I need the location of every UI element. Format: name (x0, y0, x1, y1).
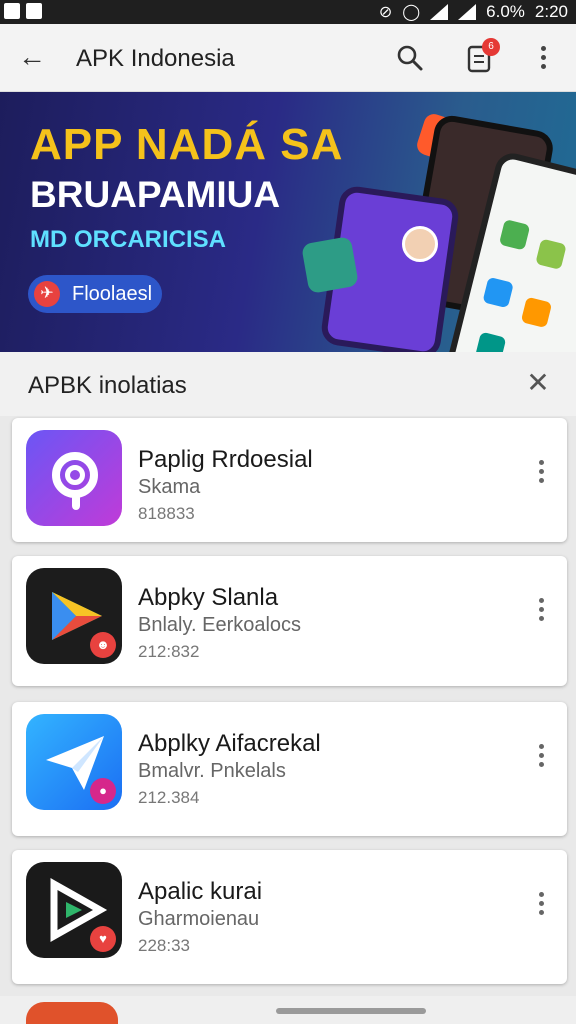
app-subtitle: Bnlaly. Eerkoalocs (138, 614, 302, 636)
status-bar: ⊘ ◯ 6.0% 2:20 (0, 0, 576, 24)
app-name: Paplig Rrdoesial (138, 446, 313, 473)
app-subtitle: Skama (138, 476, 201, 498)
app-meta: 818833 (138, 504, 195, 523)
signal-icon-2 (458, 4, 477, 20)
mute-icon: ⊘ (378, 4, 393, 21)
app-meta: 212:832 (138, 642, 200, 661)
app-bar: ← APK Indonesia 6 (0, 24, 576, 92)
section-title: APBK inolatias (28, 372, 187, 399)
clock: 2:20 (534, 2, 568, 21)
close-icon[interactable]: ✕ (524, 369, 552, 398)
next-app-icon (26, 1002, 118, 1024)
app-name: Abplky Aifacrekal (138, 730, 321, 757)
back-arrow-icon[interactable]: ← (18, 43, 48, 72)
app-card[interactable]: Paplig Rrdoesial Skama 818833 (12, 418, 567, 542)
app-card[interactable]: ☻ Abpky Slanla Bnlaly. Eerkoalocs 212:83… (12, 556, 567, 686)
app-name: Abpky Slanla (138, 584, 279, 611)
app-card[interactable]: ♥ Apalic kurai Gharmoienau 228:33 (12, 850, 567, 984)
banner-button[interactable]: ✈ Floolaesl (28, 275, 162, 313)
more-options-icon[interactable] (536, 46, 550, 72)
app-subtitle: Bmalvr. Pnkelals (138, 760, 286, 782)
promo-banner[interactable]: APP NADÁ SA BRUAPAMIUA MD ORCARICISA ✈ F… (0, 92, 576, 352)
play-arrow-icon: ♥ (26, 862, 122, 958)
app-tile-image (301, 236, 359, 294)
banner-tagline: MD ORCARICISA (30, 226, 226, 253)
notification-icons (4, 3, 42, 19)
card-more-icon[interactable] (536, 598, 546, 624)
app-meta: 228:33 (138, 936, 190, 955)
notification-badge: 6 (482, 38, 500, 56)
card-more-icon[interactable] (536, 744, 546, 770)
card-more-icon[interactable] (536, 892, 546, 918)
search-icon[interactable] (396, 44, 424, 72)
play-triangle-icon: ☻ (26, 568, 122, 664)
home-handle[interactable] (276, 1008, 426, 1014)
section-header: APBK inolatias ✕ (0, 352, 576, 416)
purple-circle-icon (26, 430, 122, 526)
avatar-image (402, 226, 438, 262)
app-name: Apalic kurai (138, 878, 263, 905)
card-more-icon[interactable] (536, 460, 546, 486)
app-subtitle: Gharmoienau (138, 908, 260, 930)
bottom-gesture-bar (0, 996, 576, 1024)
banner-subheadline: BRUAPAMIUA (30, 174, 281, 215)
banner-headline: APP NADÁ SA (30, 120, 344, 169)
banner-button-label: Floolaesl (72, 283, 153, 305)
signal-icon (430, 4, 449, 20)
paper-plane-icon: ● (26, 714, 122, 810)
app-card[interactable]: ● Abplky Aifacrekal Bmalvr. Pnkelals 212… (12, 702, 567, 836)
app-meta: 212.384 (138, 788, 200, 807)
app-notification-icon (4, 3, 20, 19)
message-notification-icon (26, 3, 42, 19)
plane-icon: ✈ (34, 281, 60, 307)
wifi-icon: ◯ (402, 4, 421, 21)
battery-level: 6.0% (486, 2, 525, 21)
page-title: APK Indonesia (76, 45, 235, 72)
